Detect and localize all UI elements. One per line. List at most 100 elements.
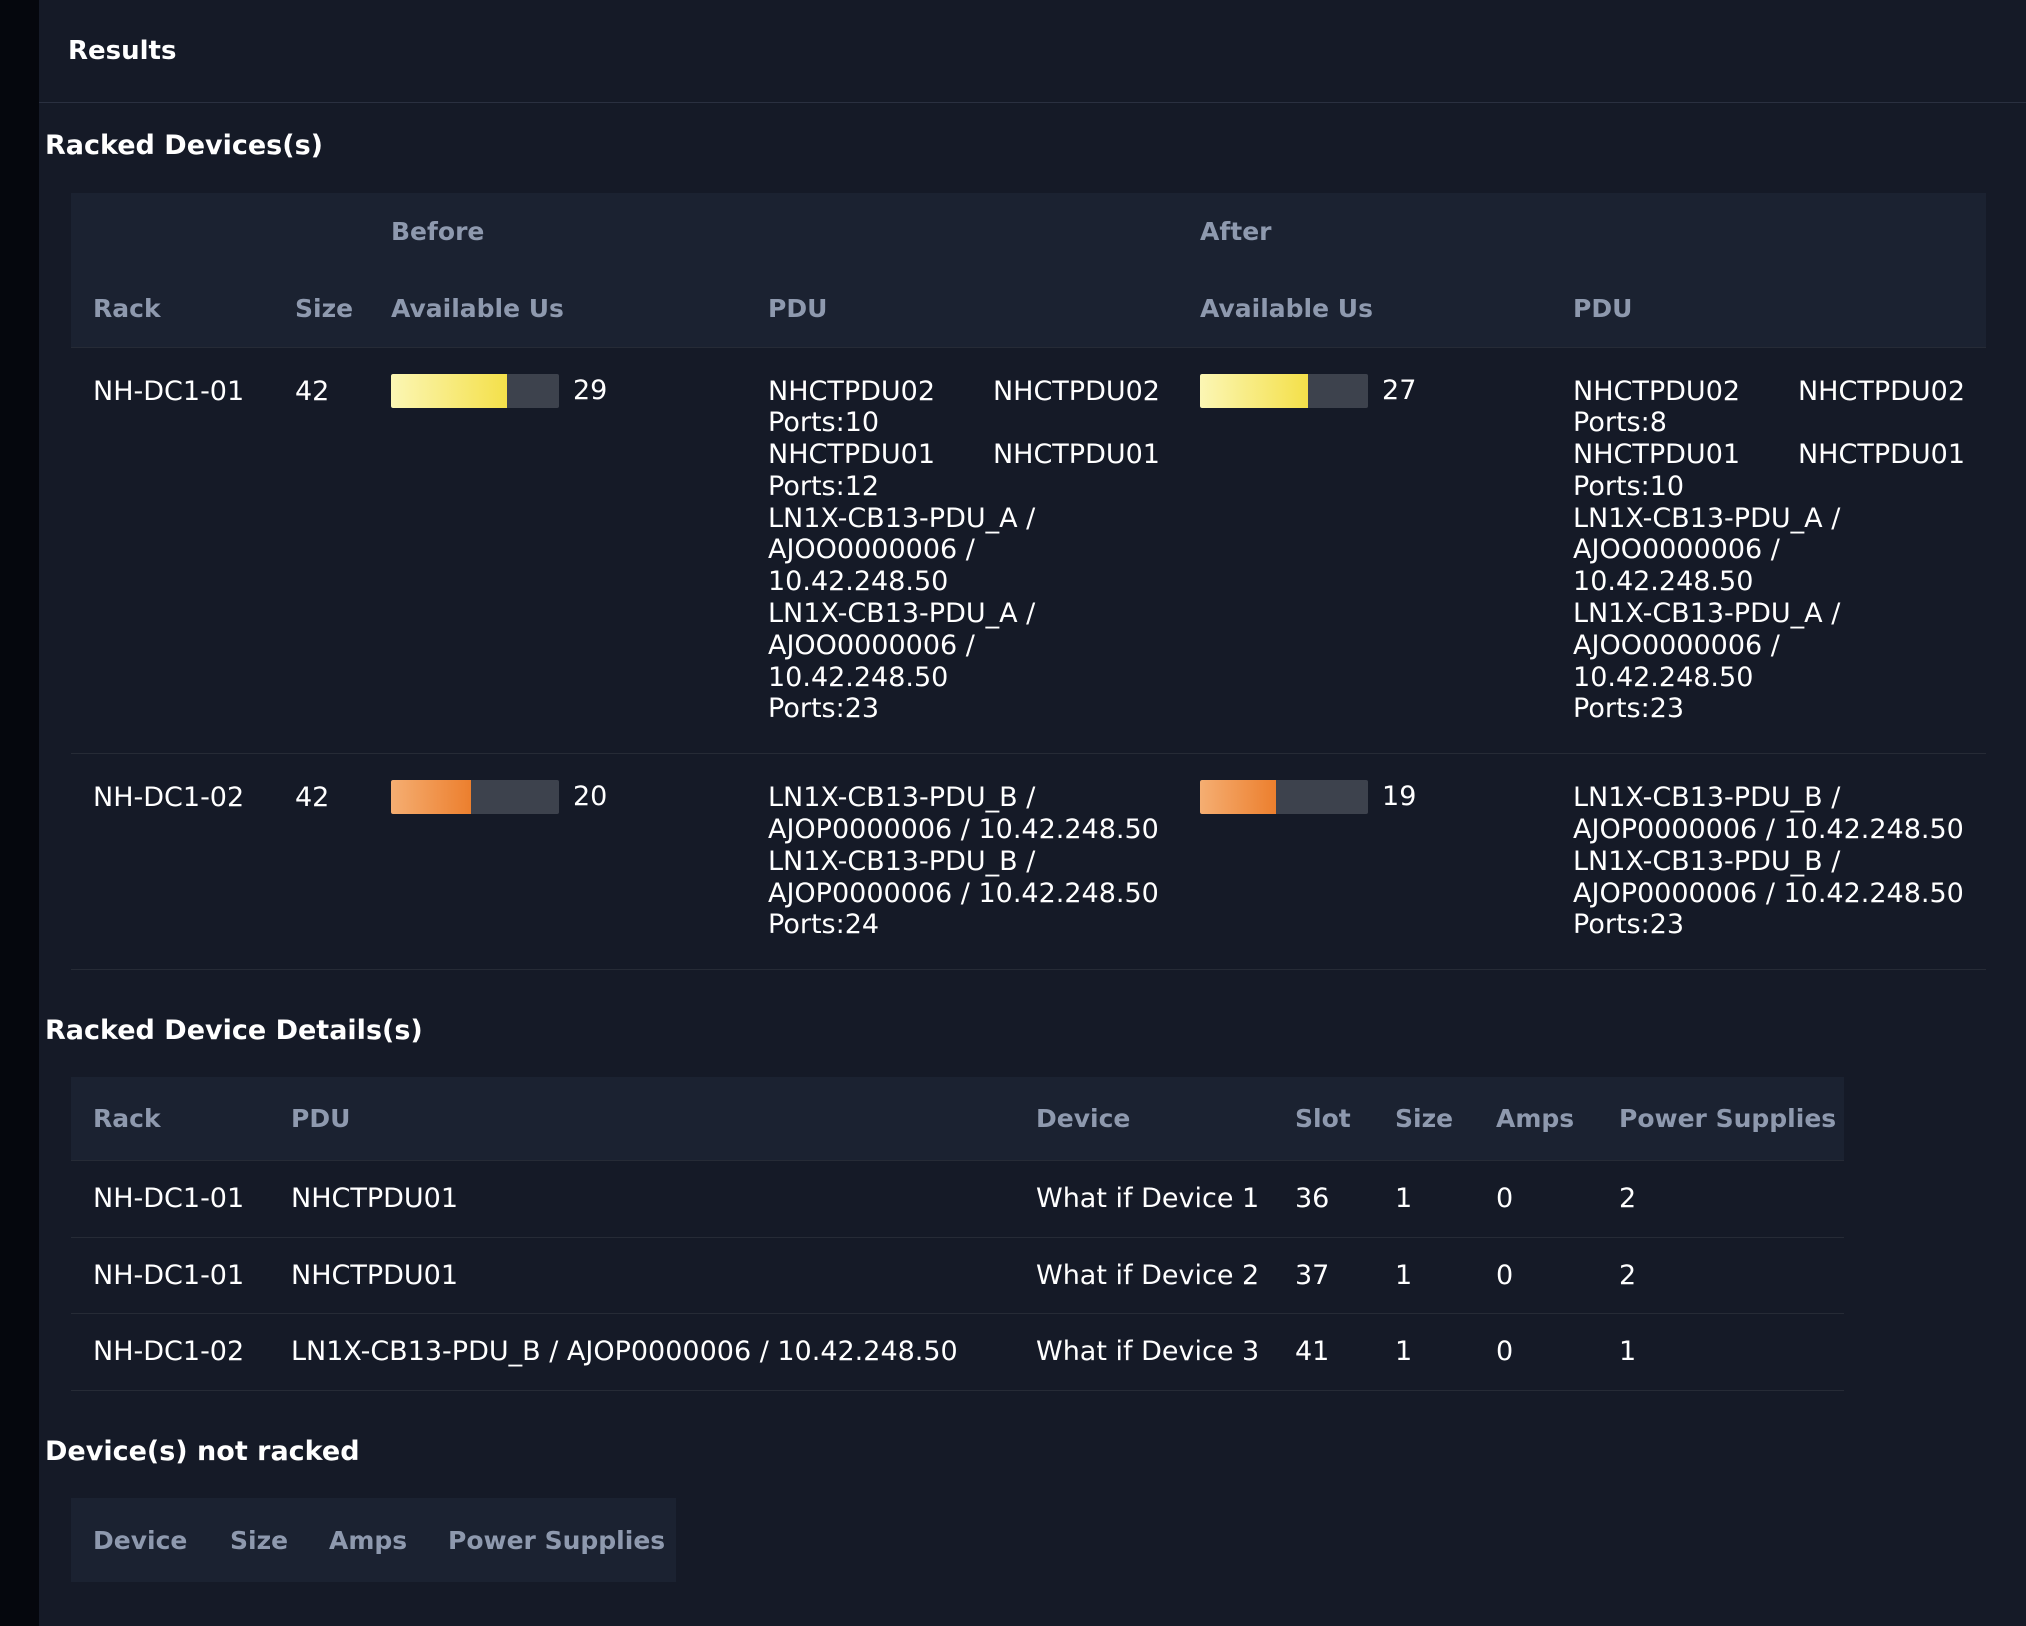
- racked-devices-table-body: NH-DC1-014229NHCTPDU02NHCTPDU02Ports:10N…: [71, 347, 1986, 970]
- pdu-name-pair: NHCTPDU02NHCTPDU02: [1573, 376, 1965, 408]
- column-header-size: Size: [1371, 1077, 1472, 1160]
- pdu-name: LN1X-CB13-PDU_A / AJOO0000006 / 10.42.24…: [1573, 598, 1965, 693]
- pdu-name-pair: NHCTPDU02 NHCTPDU02: [768, 376, 1160, 408]
- rack-name: NH-DC1-02: [71, 754, 271, 970]
- column-header-amps: Amps: [305, 1498, 424, 1582]
- section-title-devices-not-racked: Device(s) not racked: [45, 1435, 2026, 1468]
- racked-device-row: NH-DC1-014229NHCTPDU02NHCTPDU02Ports:10N…: [71, 347, 1986, 754]
- after-pdu-cell: NHCTPDU02NHCTPDU02Ports:8NHCTPDU01NHCTPD…: [1549, 347, 1986, 754]
- column-header-device: Device: [71, 1498, 206, 1582]
- slot-cell: 41: [1271, 1314, 1371, 1391]
- column-header-available-us-before: Available Us: [367, 270, 744, 347]
- pdu-entry: LN1X-CB13-PDU_A / AJOO0000006 / 10.42.24…: [1573, 598, 1965, 725]
- pdu-name-pair: NHCTPDU01 NHCTPDU01: [768, 439, 1160, 471]
- pdu-entry: LN1X-CB13-PDU_B / AJOP0000006 / 10.42.24…: [1573, 782, 1965, 846]
- power-supplies-cell: 2: [1595, 1237, 1844, 1314]
- results-header: Results: [39, 0, 2026, 103]
- column-header-row: RackPDUDeviceSlotSizeAmpsPower Supplies: [71, 1077, 1844, 1160]
- available-us-meter: 19: [1200, 780, 1549, 814]
- column-header-pdu-after: PDU: [1549, 270, 1986, 347]
- pdu-list: LN1X-CB13-PDU_B / AJOP0000006 / 10.42.24…: [1573, 782, 1965, 941]
- pdu-name: NHCTPDU02: [993, 376, 1160, 408]
- column-header-pdu-before: PDU: [744, 270, 1176, 347]
- amps-cell: 0: [1472, 1314, 1595, 1391]
- before-pdu-cell: LN1X-CB13-PDU_B / AJOP0000006 / 10.42.24…: [744, 754, 1176, 970]
- column-header-power-supplies: Power Supplies: [424, 1498, 676, 1582]
- devices-not-racked-table-head: DeviceSizeAmpsPower Supplies: [71, 1498, 676, 1582]
- column-header-size: Size: [206, 1498, 305, 1582]
- available-us-meter: 20: [391, 780, 744, 814]
- left-gutter: [0, 0, 39, 1626]
- pdu-entry: NHCTPDU01NHCTPDU01Ports:10: [1573, 439, 1965, 503]
- size-cell: 1: [1371, 1314, 1472, 1391]
- pdu-name: NHCTPDU02: [1798, 376, 1965, 408]
- column-header-available-us-after: Available Us: [1176, 270, 1549, 347]
- utilization-bar: [1200, 374, 1368, 408]
- column-header-device: Device: [1012, 1077, 1271, 1160]
- racked-devices-table-head: Before After Rack Size Available Us PDU …: [71, 193, 1986, 347]
- utilization-bar: [391, 780, 559, 814]
- amps-cell: 0: [1472, 1237, 1595, 1314]
- device-cell: What if Device 1: [1012, 1160, 1271, 1237]
- slot-cell: 37: [1271, 1237, 1371, 1314]
- racked-device-row: NH-DC1-0242 20 LN1X-CB13-PDU_B / AJOP00000…: [71, 754, 1986, 970]
- pdu-ports: Ports:23: [768, 693, 1160, 725]
- group-header-before: Before: [367, 193, 1176, 270]
- utilization-bar: [391, 374, 559, 408]
- devices-not-racked-table: DeviceSizeAmpsPower Supplies: [71, 1498, 676, 1582]
- rack-name: NH-DC1-01: [71, 347, 271, 754]
- group-header-row: Before After: [71, 193, 1986, 270]
- racked-device-details-table-body: NH-DC1-01NHCTPDU01What if Device 136102N…: [71, 1160, 1844, 1390]
- pdu-name: LN1X-CB13-PDU_B / AJOP0000006 / 10.42.24…: [768, 782, 1160, 846]
- before-available-us-cell: 20: [367, 754, 744, 970]
- pdu-name: NHCTPDU01: [1573, 439, 1740, 471]
- pdu-name: NHCTPDU01: [993, 439, 1160, 471]
- pdu-name: LN1X-CB13-PDU_A / AJOO0000006 / 10.42.24…: [768, 598, 1160, 693]
- column-header-power-supplies: Power Supplies: [1595, 1077, 1844, 1160]
- pdu-ports: Ports:23: [1573, 909, 1965, 941]
- results-title: Results: [68, 36, 176, 66]
- pdu-name: NHCTPDU02: [768, 376, 935, 408]
- available-us-meter: 27: [1200, 374, 1549, 408]
- column-header-amps: Amps: [1472, 1077, 1595, 1160]
- column-header-rack: Rack: [71, 270, 271, 347]
- pdu-entry: NHCTPDU02 NHCTPDU02Ports:10: [768, 376, 1160, 440]
- pdu-ports: Ports:8: [1573, 407, 1965, 439]
- pdu-cell: LN1X-CB13-PDU_B / AJOP0000006 / 10.42.24…: [267, 1314, 1012, 1391]
- results-panel: Results Racked Devices(s) Before After R…: [39, 0, 2026, 1626]
- pdu-ports: Ports:12: [768, 471, 1160, 503]
- after-pdu-cell: LN1X-CB13-PDU_B / AJOP0000006 / 10.42.24…: [1549, 754, 1986, 970]
- size-cell: 1: [1371, 1160, 1472, 1237]
- pdu-name: LN1X-CB13-PDU_A / AJOO0000006 / 10.42.24…: [1573, 503, 1965, 598]
- racked-device-details-table-head: RackPDUDeviceSlotSizeAmpsPower Supplies: [71, 1077, 1844, 1160]
- available-us-value: 27: [1382, 375, 1416, 407]
- column-header-slot: Slot: [1271, 1077, 1371, 1160]
- before-pdu-cell: NHCTPDU02NHCTPDU02Ports:10NHCTPDU01NHCTP…: [744, 347, 1176, 754]
- pdu-name: NHCTPDU01: [768, 439, 935, 471]
- pdu-entry: LN1X-CB13-PDU_B / AJOP0000006 / 10.42.24…: [768, 782, 1160, 846]
- column-header-row: Rack Size Available Us PDU Available Us …: [71, 270, 1986, 347]
- group-header-spacer: [71, 193, 367, 270]
- pdu-name: LN1X-CB13-PDU_A / AJOO0000006 / 10.42.24…: [768, 503, 1160, 598]
- group-header-after: After: [1176, 193, 1986, 270]
- pdu-ports: Ports:10: [1573, 471, 1965, 503]
- size-cell: 1: [1371, 1237, 1472, 1314]
- column-header-rack: Rack: [71, 1077, 267, 1160]
- pdu-name: LN1X-CB13-PDU_B / AJOP0000006 / 10.42.24…: [1573, 846, 1965, 910]
- pdu-name-pair: NHCTPDU01NHCTPDU01: [1573, 439, 1965, 471]
- amps-cell: 0: [1472, 1160, 1595, 1237]
- column-header-size: Size: [271, 270, 367, 347]
- pdu-ports: Ports:10: [768, 407, 1160, 439]
- pdu-entry: LN1X-CB13-PDU_A / AJOO0000006 / 10.42.24…: [768, 598, 1160, 725]
- pdu-entry: NHCTPDU02NHCTPDU02Ports:8: [1573, 376, 1965, 440]
- rack-cell: NH-DC1-01: [71, 1160, 267, 1237]
- available-us-value: 29: [573, 375, 607, 407]
- column-header-row: DeviceSizeAmpsPower Supplies: [71, 1498, 676, 1582]
- pdu-list: NHCTPDU02NHCTPDU02Ports:8NHCTPDU01NHCTPD…: [1573, 376, 1965, 726]
- available-us-meter: 29: [391, 374, 744, 408]
- rack-cell: NH-DC1-01: [71, 1237, 267, 1314]
- pdu-entry: LN1X-CB13-PDU_A / AJOO0000006 / 10.42.24…: [768, 503, 1160, 598]
- rack-size: 42: [271, 347, 367, 754]
- rack-size: 42: [271, 754, 367, 970]
- after-available-us-cell: 19: [1176, 754, 1549, 970]
